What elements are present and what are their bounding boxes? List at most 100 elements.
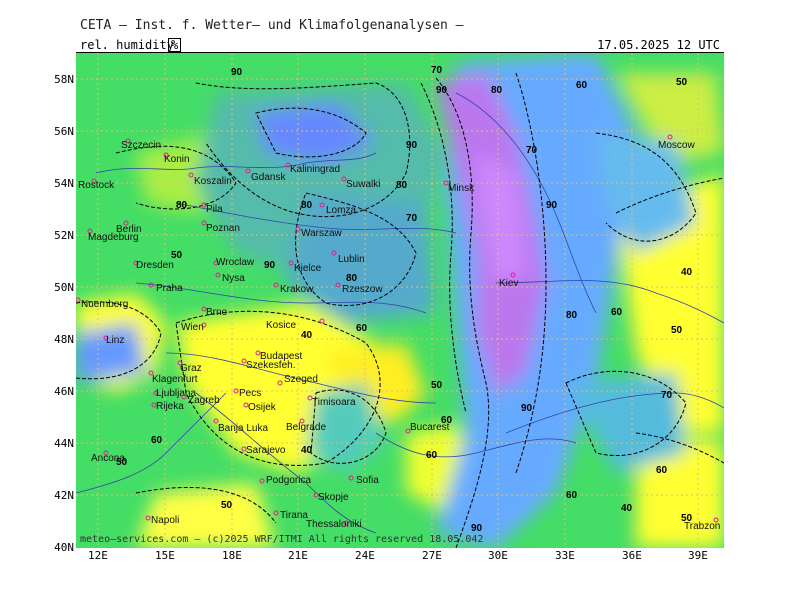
copyright-footer: meteo–services.com – (c)2025 WRF/ITMI Al… bbox=[80, 534, 484, 545]
svg-text:Tirana: Tirana bbox=[280, 510, 308, 521]
city-tirana: Tirana bbox=[273, 510, 308, 521]
lon-label: 36E bbox=[622, 549, 642, 562]
city-kielce: Kielce bbox=[288, 260, 322, 274]
svg-text:Suwalki: Suwalki bbox=[346, 179, 380, 190]
city-brno: Brno bbox=[201, 306, 228, 318]
header-title: CETA – Inst. f. Wetter– und Klimafolgena… bbox=[80, 18, 464, 33]
svg-text:Thessaloniki: Thessaloniki bbox=[306, 519, 362, 530]
contour-label: 50 bbox=[431, 380, 443, 391]
contour-label: 60 bbox=[576, 80, 588, 91]
city-trabzon: Trabzon bbox=[684, 517, 720, 532]
city-dresden: Dresden bbox=[133, 260, 174, 271]
svg-text:Poznan: Poznan bbox=[206, 223, 240, 234]
contour-label: 90 bbox=[231, 67, 243, 78]
lat-label: 54N bbox=[54, 177, 74, 190]
svg-text:Skopje: Skopje bbox=[318, 492, 349, 503]
svg-text:Sofia: Sofia bbox=[356, 475, 379, 486]
city-lomza: Lomza bbox=[319, 202, 356, 216]
city-gdansk: Gdansk bbox=[245, 168, 286, 183]
city-sarajevo: Sarajevo bbox=[241, 445, 286, 456]
lon-label: 27E bbox=[422, 549, 442, 562]
svg-text:Rostock: Rostock bbox=[78, 180, 115, 191]
city-ancona: Ancona bbox=[91, 450, 125, 464]
svg-text:Wien: Wien bbox=[181, 322, 204, 333]
contour-label: 50 bbox=[221, 500, 233, 511]
city-rzeszow: Rzeszow bbox=[335, 282, 383, 295]
svg-text:Moscow: Moscow bbox=[658, 140, 695, 151]
svg-text:Zagreb: Zagreb bbox=[188, 395, 220, 406]
city-szczecin: Szczecin bbox=[121, 138, 161, 151]
lat-label: 52N bbox=[54, 229, 74, 242]
lat-label: 42N bbox=[54, 489, 74, 502]
city-nuernberg: Nuernberg bbox=[76, 297, 128, 310]
contour-label: 80 bbox=[491, 85, 503, 96]
lon-label: 21E bbox=[288, 549, 308, 562]
lat-label: 40N bbox=[54, 541, 74, 554]
svg-text:Timisoara: Timisoara bbox=[312, 397, 356, 408]
svg-text:Klagenfurt: Klagenfurt bbox=[152, 374, 198, 385]
city-klagenfurt: Klagenfurt bbox=[148, 370, 198, 385]
svg-text:Osijek: Osijek bbox=[248, 402, 277, 413]
city-podgorica: Podgorica bbox=[259, 475, 311, 486]
lat-label: 44N bbox=[54, 437, 74, 450]
city-koszalin: Koszalin bbox=[188, 172, 232, 187]
svg-text:Lomza: Lomza bbox=[326, 205, 356, 216]
lon-label: 18E bbox=[222, 549, 242, 562]
svg-text:Sarajevo: Sarajevo bbox=[246, 445, 286, 456]
svg-text:Napoli: Napoli bbox=[151, 515, 179, 526]
lon-label: 30E bbox=[488, 549, 508, 562]
svg-text:Nysa: Nysa bbox=[222, 273, 245, 284]
svg-text:Minsk: Minsk bbox=[448, 183, 475, 194]
contour-label: 40 bbox=[681, 267, 693, 278]
contour-label: 90 bbox=[264, 260, 276, 271]
svg-text:Konin: Konin bbox=[164, 154, 190, 165]
city-timisoara: Timisoara bbox=[307, 395, 356, 408]
valid-time: 17.05.2025 12 UTC bbox=[597, 38, 720, 52]
city-rostock: Rostock bbox=[78, 178, 115, 191]
contour-label: 60 bbox=[356, 323, 368, 334]
city-pecs: Pecs bbox=[233, 388, 261, 399]
contour-label: 80 bbox=[301, 200, 313, 211]
variable-label: rel. humidity bbox=[80, 38, 174, 52]
svg-text:Belgrade: Belgrade bbox=[286, 422, 326, 433]
contour-label: 80 bbox=[396, 180, 408, 191]
svg-text:Szekesfeh.: Szekesfeh. bbox=[246, 360, 295, 371]
contour-label: 80 bbox=[176, 200, 188, 211]
city-osijek: Osijek bbox=[243, 402, 277, 413]
contour-label: 90 bbox=[546, 200, 558, 211]
contour-label: 70 bbox=[526, 145, 538, 156]
lon-label: 24E bbox=[355, 549, 375, 562]
city-suwalki: Suwalki bbox=[341, 176, 380, 190]
city-szeged: Szeged bbox=[277, 374, 318, 386]
lon-label: 15E bbox=[155, 549, 175, 562]
svg-text:Rijeka: Rijeka bbox=[156, 401, 184, 412]
contour-label: 60 bbox=[151, 435, 163, 446]
contour-label: 80 bbox=[566, 310, 578, 321]
contour-label: 90 bbox=[521, 403, 533, 414]
city-thessaloniki: Thessaloniki bbox=[306, 519, 362, 530]
svg-text:Podgorica: Podgorica bbox=[266, 475, 311, 486]
city-wien: Wien bbox=[181, 322, 207, 333]
contour-label: 60 bbox=[426, 450, 438, 461]
svg-text:Pila: Pila bbox=[206, 204, 223, 215]
svg-text:Koszalin: Koszalin bbox=[194, 176, 232, 187]
contour-label: 40 bbox=[301, 330, 313, 341]
svg-text:Warszaw: Warszaw bbox=[301, 228, 343, 239]
city-wroclaw: Wroclaw bbox=[213, 257, 255, 268]
svg-text:Gdansk: Gdansk bbox=[251, 172, 286, 183]
lon-label: 39E bbox=[688, 549, 708, 562]
city-graz: Graz bbox=[177, 360, 202, 374]
svg-text:Pecs: Pecs bbox=[239, 388, 261, 399]
svg-text:Ancona: Ancona bbox=[91, 453, 125, 464]
lat-label: 46N bbox=[54, 385, 74, 398]
city-bucarest: Bucarest bbox=[405, 422, 450, 434]
svg-text:Kielce: Kielce bbox=[294, 263, 322, 274]
lat-label: 50N bbox=[54, 281, 74, 294]
city-napoli: Napoli bbox=[145, 515, 179, 526]
contour-label: 90 bbox=[406, 140, 418, 151]
svg-text:Praha: Praha bbox=[156, 283, 183, 294]
svg-text:Dresden: Dresden bbox=[136, 260, 174, 271]
contour-label: 80 bbox=[346, 273, 358, 284]
svg-text:Wroclaw: Wroclaw bbox=[216, 257, 255, 268]
contour-label: 60 bbox=[611, 307, 623, 318]
